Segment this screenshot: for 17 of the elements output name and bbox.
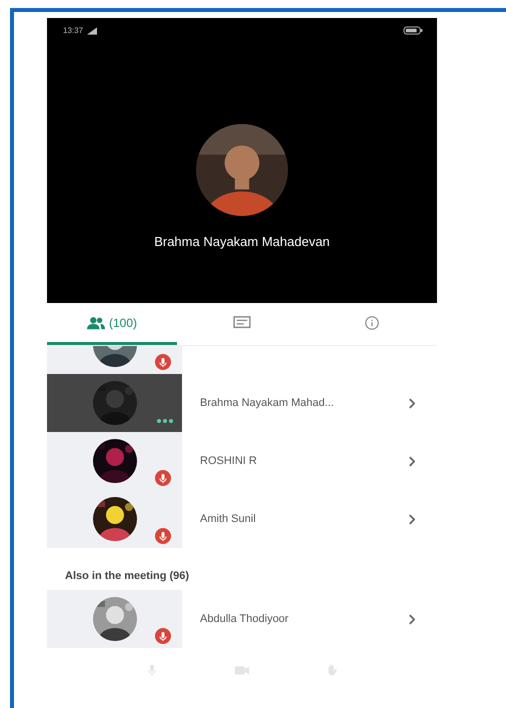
section-heading: Also in the meeting (96) bbox=[64, 569, 190, 584]
status-time: 13:37 bbox=[63, 26, 84, 35]
info-icon bbox=[363, 316, 381, 330]
participant-name: Abdulla Thodiyoor bbox=[200, 613, 290, 625]
chat-icon bbox=[233, 316, 251, 330]
chevron-icon[interactable] bbox=[408, 398, 415, 408]
participant-name: Amith Sunil bbox=[200, 513, 257, 525]
chevron-icon[interactable] bbox=[408, 614, 415, 624]
speaker-name: Brahma Nayakam Mahadevan bbox=[154, 234, 330, 249]
participant-name: Brahma Nayakam Mahad... bbox=[200, 397, 335, 409]
chevron-icon[interactable] bbox=[408, 456, 415, 466]
people-icon bbox=[86, 316, 105, 330]
battery-icon bbox=[403, 26, 423, 35]
more-icon bbox=[156, 418, 174, 424]
chevron-icon[interactable] bbox=[408, 514, 415, 524]
signal-icon bbox=[87, 26, 98, 34]
participant-name: ROSHINI R bbox=[200, 455, 258, 467]
